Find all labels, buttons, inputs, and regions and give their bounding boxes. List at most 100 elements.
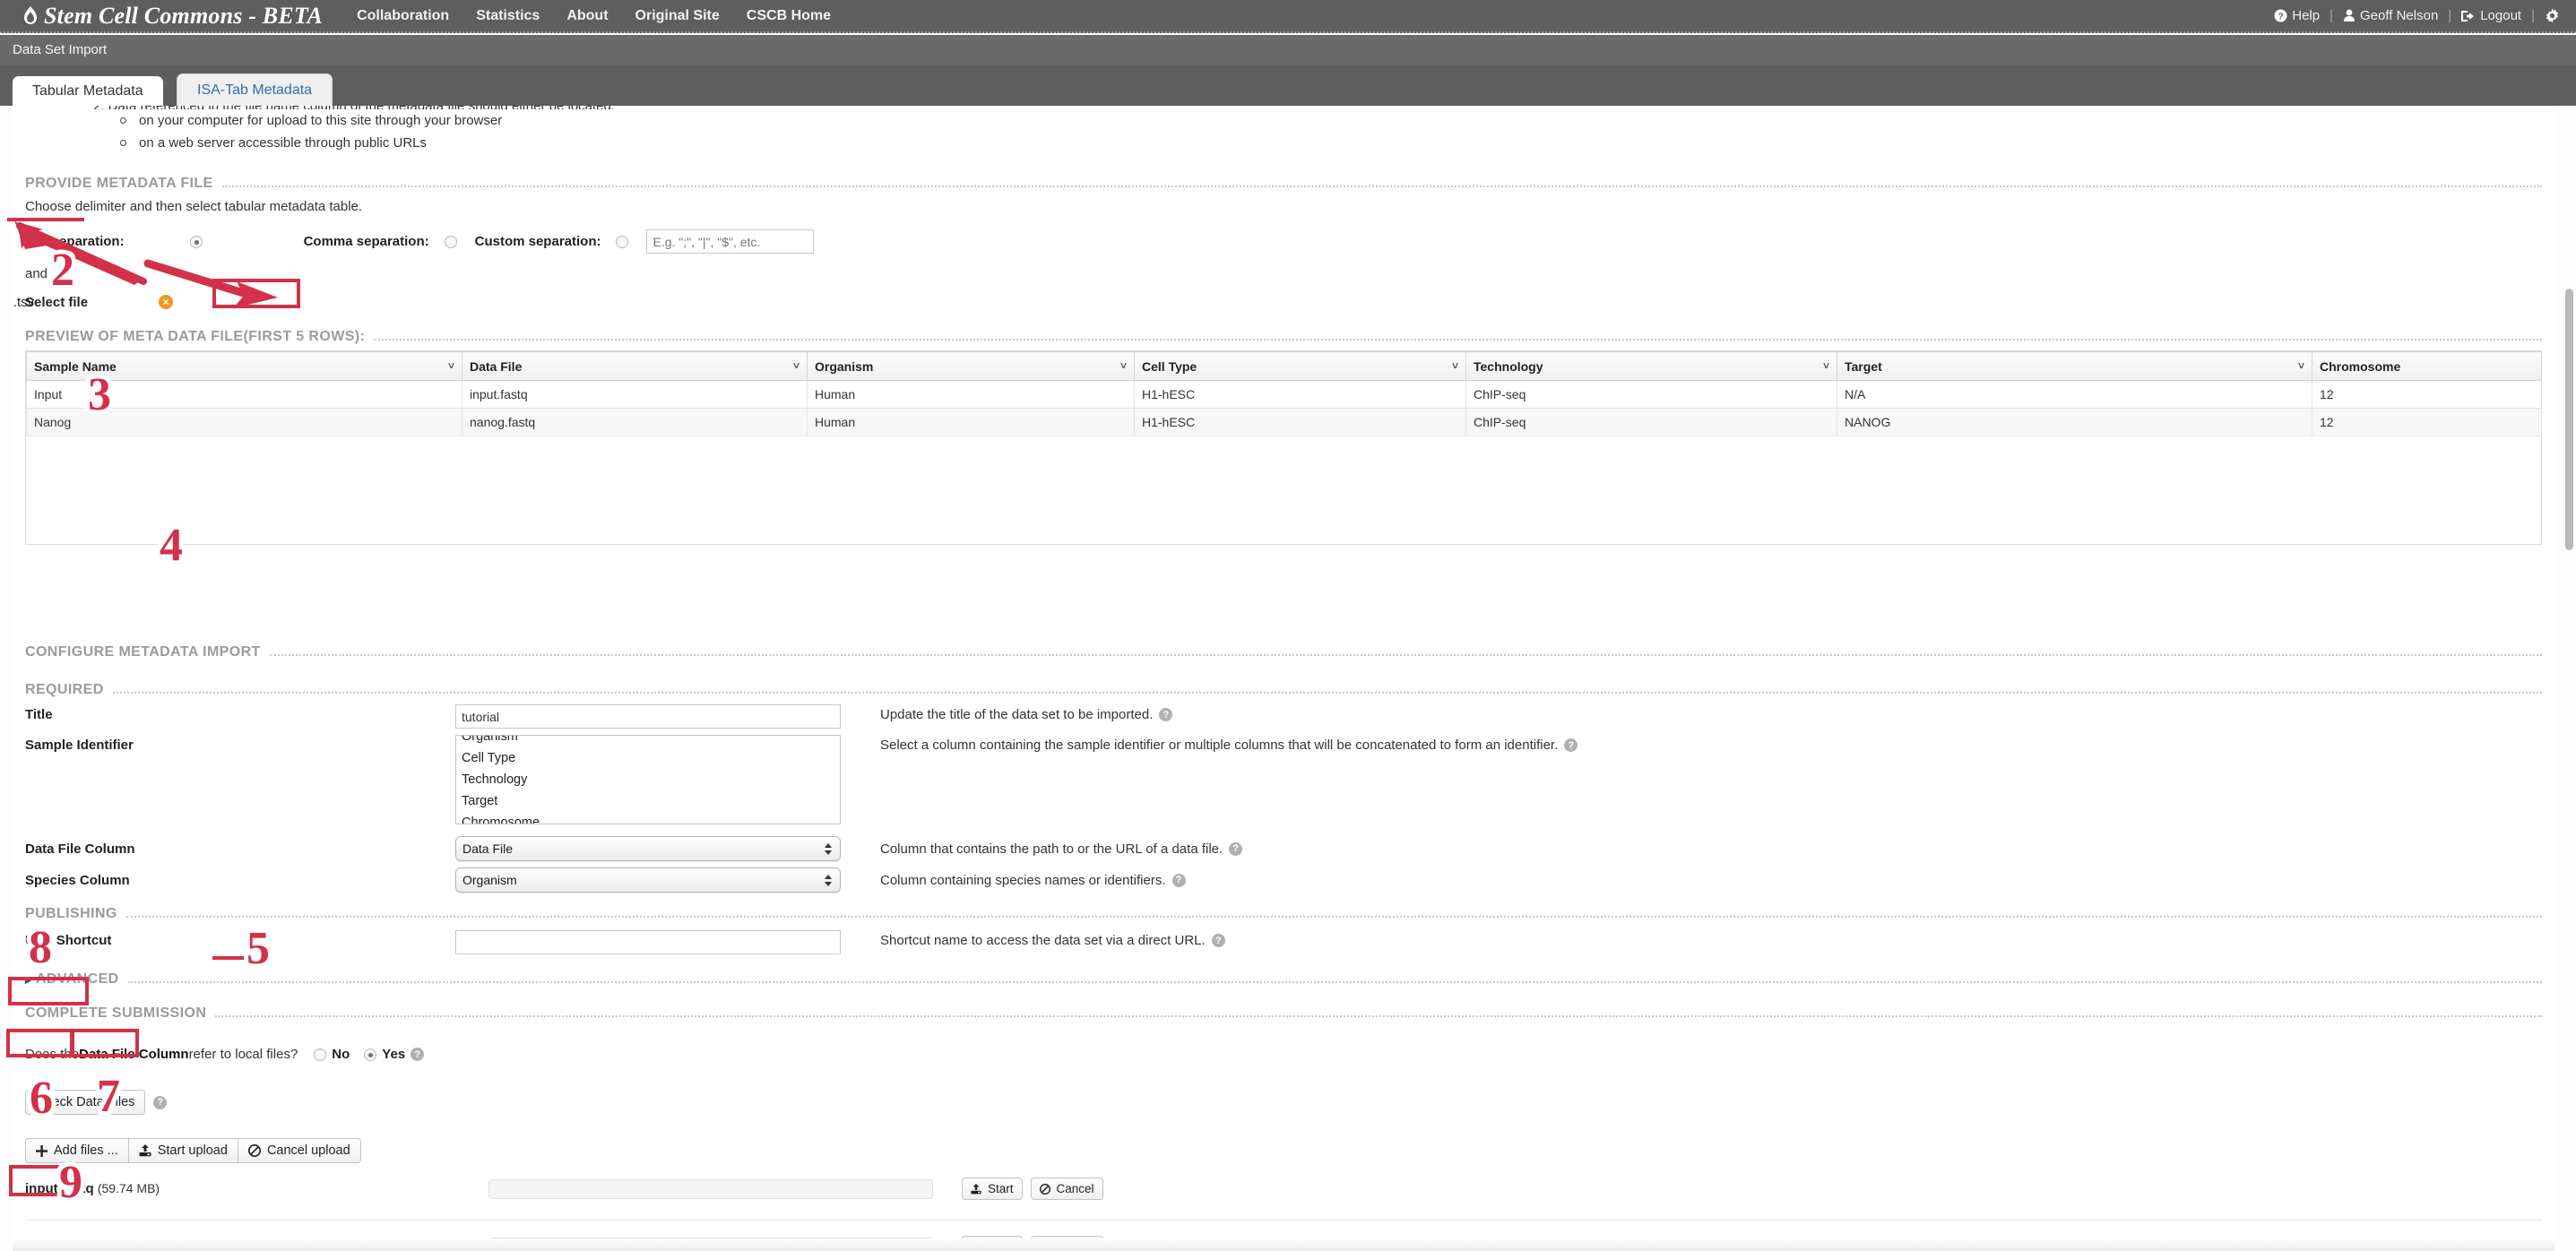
section-divider [215, 1015, 2542, 1017]
column-header-target[interactable]: Target ˅ [1837, 351, 2312, 381]
annotation-marker-8: 8 [29, 922, 52, 973]
start-upload-label: Start upload [157, 1143, 228, 1158]
help-icon[interactable]: ? [1229, 841, 1243, 856]
chevron-down-icon[interactable]: ˅ [448, 359, 454, 372]
column-header-organism[interactable]: Organism ˅ [807, 351, 1135, 381]
tab-isa-tab-metadata-label: ISA-Tab Metadata [197, 82, 313, 98]
listbox-option-technology[interactable]: Technology [456, 769, 840, 790]
url-shortcut-input[interactable] [455, 930, 841, 954]
intro-bullet-0: on your computer for upload to this site… [139, 113, 503, 128]
sample-identifier-field-wrap: Organism Cell Type Technology Target Chr… [455, 735, 841, 824]
help-icon[interactable]: ? [1159, 708, 1173, 721]
local-files-question-row: Does the Data File Column refer to local… [25, 1047, 2542, 1062]
local-files-question-suffix: refer to local files? [188, 1047, 298, 1062]
bullet-circle-icon [120, 140, 126, 146]
upload-file-row: input.fastq (59.74 MB) Start Cancel [25, 1178, 2542, 1200]
section-divider [112, 692, 2542, 694]
sample-identifier-row: Sample Identifier Organism Cell Type Tec… [25, 735, 2542, 824]
chevron-down-icon[interactable]: ˅ [1452, 359, 1458, 372]
complete-submission-title: COMPLETE SUBMISSION [25, 1005, 207, 1021]
user-link[interactable]: Geoff Nelson [2343, 8, 2438, 23]
help-icon[interactable]: ? [153, 1095, 168, 1109]
bullet-circle-icon [120, 117, 126, 124]
listbox-option-target[interactable]: Target [456, 790, 840, 812]
help-icon[interactable]: ? [1171, 873, 1186, 887]
help-icon[interactable]: ? [1564, 738, 1578, 752]
table-row: Nanog nanog.fastq Human H1-hESC ChIP-seq… [26, 408, 2542, 436]
configure-title: CONFIGURE METADATA IMPORT [25, 644, 261, 660]
chevron-down-icon[interactable]: ˅ [793, 359, 800, 372]
custom-separation-radio[interactable] [616, 235, 629, 248]
selected-file-name: tutorial.tsv [13, 294, 35, 310]
data-file-column-field-wrap: Data File [455, 836, 841, 861]
nav-link-about[interactable]: About [566, 8, 608, 24]
logout-link[interactable]: Logout [2461, 8, 2521, 23]
cell-technology: ChIP-seq [1465, 408, 1837, 436]
gear-icon [2545, 8, 2560, 23]
scrollbar-thumb[interactable] [2565, 289, 2573, 550]
upload-file-name-0: input.fastq (59.74 MB) [25, 1181, 204, 1196]
column-header-technology[interactable]: Technology ˅ [1465, 351, 1837, 381]
title-row: Title Update the title of the data set t… [25, 704, 2542, 729]
column-header-chromosome[interactable]: Chromosome [2312, 351, 2542, 381]
flame-icon [23, 5, 38, 26]
chevron-down-icon[interactable]: ˅ [1120, 359, 1127, 372]
help-icon[interactable]: ? [411, 1048, 425, 1061]
nav-link-cscb-home[interactable]: CSCB Home [747, 8, 831, 24]
help-icon[interactable]: ? [1211, 934, 1225, 947]
nav-link-statistics[interactable]: Statistics [476, 8, 540, 24]
caret-right-icon[interactable]: ▸ [25, 973, 31, 988]
column-header-cell-type[interactable]: Cell Type ˅ [1134, 351, 1466, 381]
nav-separator-2: | [2448, 8, 2452, 23]
file-cancel-button-0[interactable]: Cancel [1030, 1178, 1103, 1200]
help-link[interactable]: ? Help [2274, 8, 2320, 23]
annotation-marker-3: 3 [88, 369, 111, 420]
tab-separation-radio[interactable] [189, 235, 203, 248]
user-icon [2343, 9, 2356, 22]
table-row: Input input.fastq Human H1-hESC ChIP-seq… [26, 380, 2542, 409]
nav-separator-1: | [2330, 8, 2334, 23]
main-content-panel: 2. Data referenced in the file name colu… [13, 106, 2554, 1238]
local-files-radio-yes[interactable] [364, 1048, 377, 1061]
species-column-select[interactable]: Organism [455, 867, 841, 893]
page-scrollbar[interactable] [2565, 111, 2573, 1242]
custom-separator-input[interactable] [646, 229, 815, 254]
tab-tabular-metadata[interactable]: Tabular Metadata [13, 76, 163, 106]
tab-tabular-metadata-label: Tabular Metadata [32, 82, 143, 99]
listbox-option-organism[interactable]: Organism [456, 736, 840, 747]
title-input[interactable] [455, 704, 841, 729]
comma-separation-radio[interactable] [444, 235, 457, 248]
cell-data-file: nanog.fastq [462, 408, 808, 436]
nav-link-original-site[interactable]: Original Site [635, 8, 720, 24]
annotation-arrow-tab-separation [14, 220, 147, 285]
tab-bar: Tabular Metadata ISA-Tab Metadata [0, 65, 2576, 106]
file-start-button-0[interactable]: Start [962, 1178, 1023, 1200]
annotation-marker-9: 9 [59, 1157, 82, 1208]
nav-separator-3: | [2531, 8, 2535, 23]
chevron-down-icon[interactable]: ˅ [1823, 359, 1829, 372]
top-nav-right: ? Help | Geoff Nelson | Logout | [2274, 8, 2560, 23]
listbox-option-chromosome[interactable]: Chromosome [456, 812, 840, 824]
brand-logo[interactable]: Stem Cell Commons - BETA [23, 3, 323, 30]
start-upload-button[interactable]: Start upload [128, 1138, 238, 1163]
col-label: Target [1845, 358, 1882, 374]
data-file-column-select[interactable]: Data File [455, 836, 841, 861]
comma-separation-label: Comma separation: [303, 234, 429, 249]
local-files-radio-no[interactable] [314, 1048, 327, 1061]
url-shortcut-row: URL Shortcut Shortcut name to access the… [25, 930, 2542, 954]
svg-text:?: ? [2278, 12, 2284, 22]
nav-link-collaboration[interactable]: Collaboration [357, 8, 449, 24]
settings-link[interactable] [2545, 8, 2560, 23]
cell-organism: Human [807, 380, 1135, 409]
list-item: on your computer for upload to this site… [120, 113, 502, 128]
cancel-upload-button[interactable]: Cancel upload [238, 1138, 361, 1163]
ban-icon [1039, 1183, 1050, 1195]
listbox-option-cell-type[interactable]: Cell Type [456, 747, 840, 769]
sample-identifier-listbox[interactable]: Organism Cell Type Technology Target Chr… [455, 735, 841, 824]
column-header-data-file[interactable]: Data File ˅ [462, 351, 808, 381]
cell-technology: ChIP-seq [1465, 380, 1837, 409]
advanced-heading[interactable]: ▸ ADVANCED [25, 971, 2542, 988]
chevron-down-icon[interactable]: ˅ [2298, 359, 2304, 372]
data-file-column-help: Column that contains the path to or the … [841, 841, 1243, 857]
tab-isa-tab-metadata[interactable]: ISA-Tab Metadata [177, 73, 333, 106]
